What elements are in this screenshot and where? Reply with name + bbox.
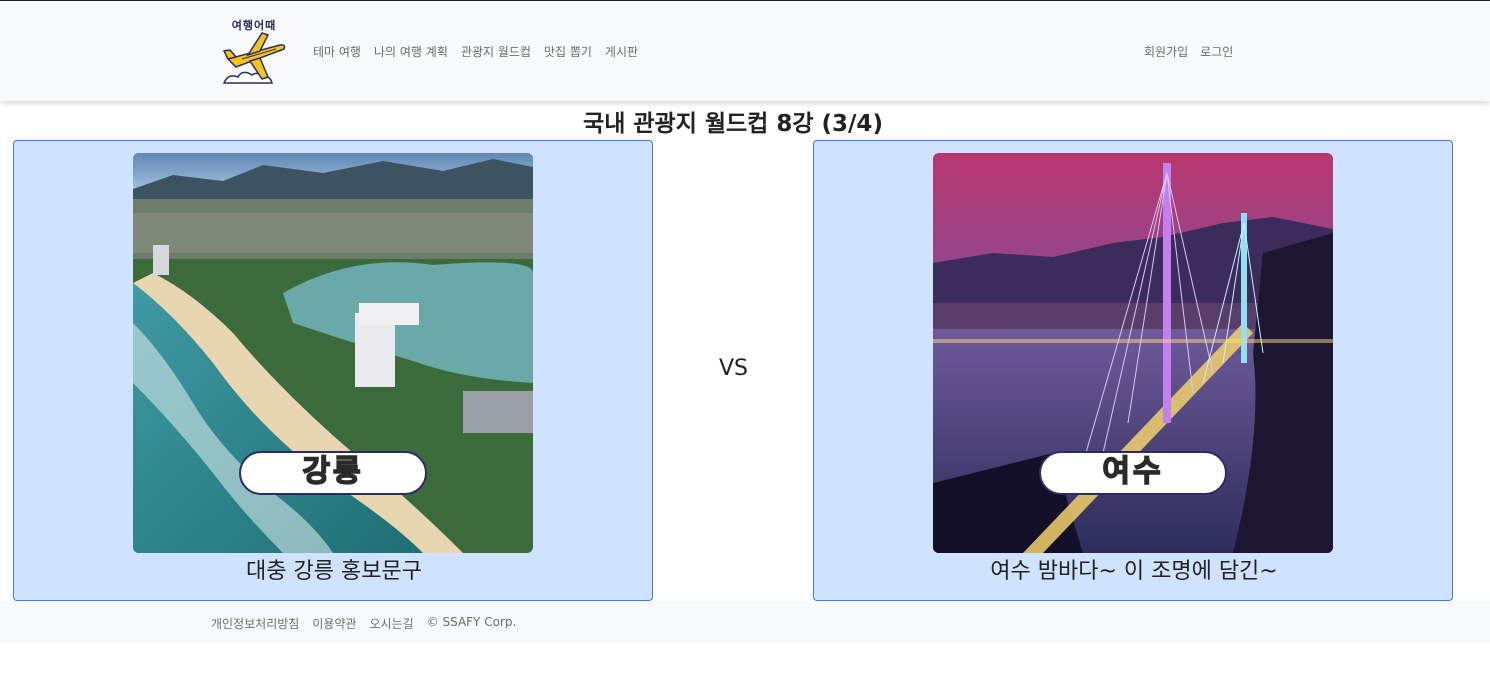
- nav-board[interactable]: 게시판: [605, 43, 638, 60]
- footer: 개인정보처리방침 이용약관 오시는길 © SSAFY Corp.: [0, 601, 1490, 643]
- navbar: 여행어때 테마 여행 나의 여행 계획 관광지 월드컵 맛집 뽑기 게시판 회원…: [0, 1, 1490, 101]
- footer-terms-link[interactable]: 이용약관: [312, 615, 356, 632]
- candidate-photo-yeosu[interactable]: 여수: [933, 153, 1333, 553]
- auth-nav: 회원가입 로그인: [1144, 43, 1245, 60]
- candidate-photo-gangneung[interactable]: 강릉: [133, 153, 533, 553]
- login-link[interactable]: 로그인: [1200, 43, 1233, 60]
- footer-privacy-link[interactable]: 개인정보처리방침: [211, 615, 299, 632]
- footer-copyright: © SSAFY Corp.: [426, 615, 517, 629]
- candidate-badge: 강릉: [239, 451, 427, 495]
- vs-label: VS: [719, 356, 749, 381]
- footer-directions-link[interactable]: 오시는길: [370, 615, 414, 632]
- site-logo[interactable]: 여행어때: [222, 17, 286, 85]
- nav-theme-travel[interactable]: 테마 여행: [313, 43, 361, 60]
- candidate-caption: 대충 강릉 홍보문구: [246, 559, 422, 584]
- candidate-badge: 여수: [1039, 451, 1227, 495]
- footer-links: 개인정보처리방침 이용약관 오시는길 © SSAFY Corp.: [211, 615, 529, 632]
- candidate-caption: 여수 밤바다~ 이 조명에 담긴~: [990, 559, 1278, 584]
- nav-restaurant-pick[interactable]: 맛집 뽑기: [544, 43, 592, 60]
- main-nav: 테마 여행 나의 여행 계획 관광지 월드컵 맛집 뽑기 게시판: [313, 43, 651, 60]
- signup-link[interactable]: 회원가입: [1144, 43, 1188, 60]
- nav-my-plan[interactable]: 나의 여행 계획: [374, 43, 448, 60]
- nav-worldcup[interactable]: 관광지 월드컵: [461, 43, 531, 60]
- page-title: 국내 관광지 월드컵 8강 (3/4): [583, 111, 883, 137]
- candidate-card-left[interactable]: 강릉 대충 강릉 홍보문구: [13, 140, 653, 601]
- airplane-icon: [222, 32, 286, 84]
- candidate-card-right[interactable]: 여수 여수 밤바다~ 이 조명에 담긴~: [813, 140, 1453, 601]
